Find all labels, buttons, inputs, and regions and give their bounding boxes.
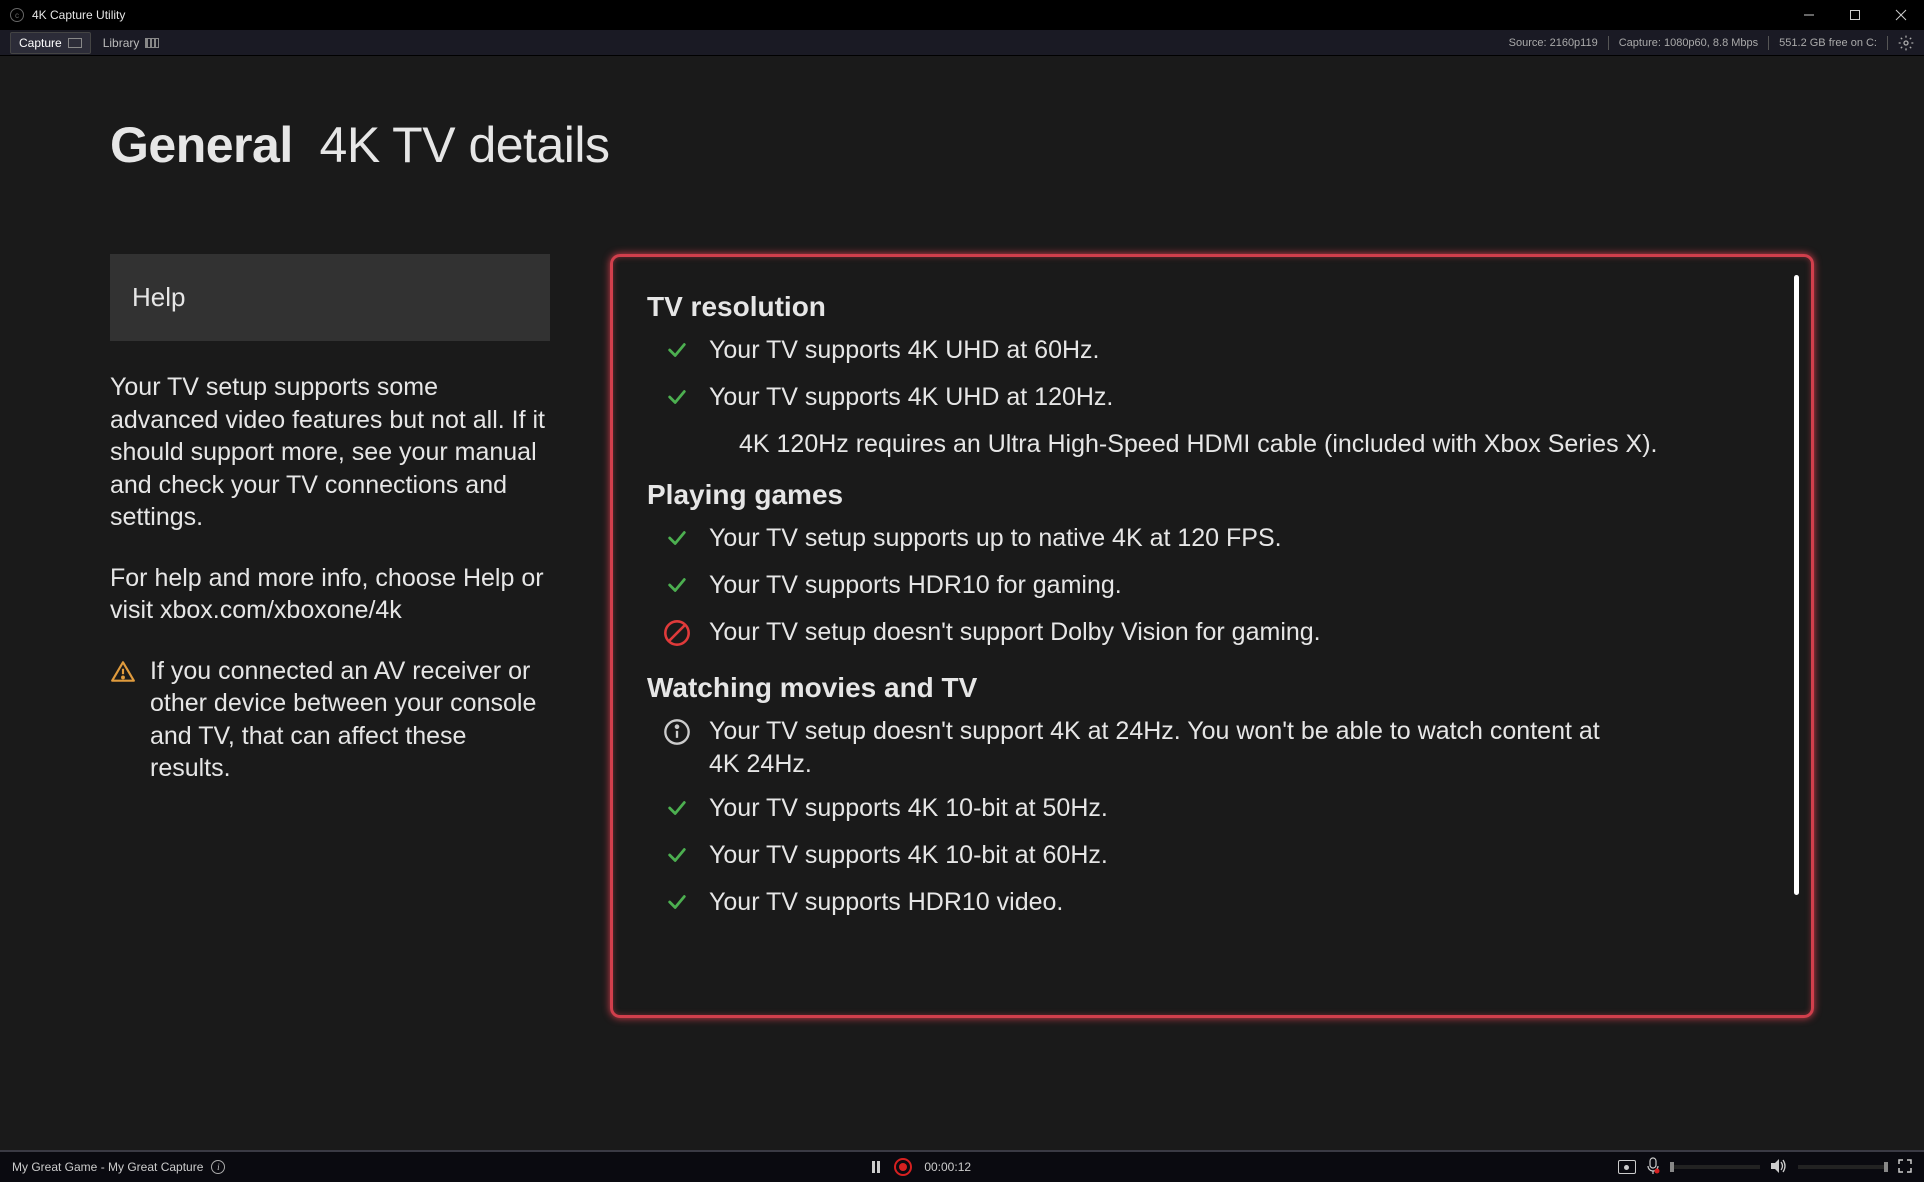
panel-scrollbar[interactable] [1794, 275, 1799, 895]
check-icon [663, 795, 691, 829]
capture-preview: General 4K TV details Help Your TV setup… [0, 56, 1924, 1150]
check-icon [663, 525, 691, 559]
minimize-button[interactable] [1786, 0, 1832, 30]
capture-title-group: My Great Game - My Great Capture i [12, 1160, 225, 1174]
separator [1608, 36, 1609, 50]
section-tv-resolution: TV resolution [647, 291, 1781, 323]
snapshot-button[interactable] [1618, 1160, 1636, 1174]
xbox-settings-screen: General 4K TV details Help Your TV setup… [0, 56, 1924, 1038]
record-button[interactable] [894, 1158, 912, 1176]
detail-item: Your TV setup doesn't support Dolby Visi… [647, 611, 1781, 662]
library-tab-icon [145, 38, 159, 48]
item-text: Your TV setup doesn't support Dolby Visi… [709, 616, 1321, 650]
check-icon [663, 572, 691, 606]
detail-item: Your TV supports HDR10 for gaming. [647, 564, 1781, 611]
help-link-text: For help and more info, choose Help or v… [110, 562, 550, 627]
support-summary-text: Your TV setup supports some advanced vid… [110, 371, 550, 534]
detail-item: Your TV supports 4K 10-bit at 50Hz. [647, 787, 1781, 834]
section-watching-movies: Watching movies and TV [647, 672, 1781, 704]
recording-timer: 00:00:12 [924, 1160, 971, 1174]
tab-capture[interactable]: Capture [10, 32, 91, 54]
app-icon: c [10, 8, 24, 22]
tv-details-panel[interactable]: TV resolution Your TV supports 4K UHD at… [610, 254, 1814, 1018]
check-icon [663, 384, 691, 418]
disk-info: 551.2 GB free on C: [1779, 37, 1877, 49]
detail-item: Your TV setup doesn't support 4K at 24Hz… [647, 710, 1781, 788]
toolbar-tabs: Capture Library [10, 32, 167, 54]
window-titlebar: c 4K Capture Utility [0, 0, 1924, 30]
item-text: Your TV supports HDR10 video. [709, 886, 1063, 920]
output-volume-slider[interactable] [1798, 1165, 1888, 1169]
capture-tab-icon [68, 38, 82, 48]
item-text: Your TV supports 4K 10-bit at 60Hz. [709, 839, 1108, 873]
section-playing-games: Playing games [647, 479, 1781, 511]
prohibit-icon [663, 619, 691, 657]
tab-library-label: Library [103, 36, 140, 50]
toolbar: Capture Library Source: 2160p119 Capture… [0, 30, 1924, 56]
item-text: Your TV supports 4K 10-bit at 50Hz. [709, 792, 1108, 826]
right-column: TV resolution Your TV supports 4K UHD at… [610, 254, 1814, 1018]
help-label: Help [132, 282, 185, 312]
warning-icon [110, 659, 136, 785]
item-text: Your TV supports HDR10 for gaming. [709, 569, 1122, 603]
window-title: 4K Capture Utility [32, 8, 125, 22]
settings-button[interactable] [1898, 35, 1914, 51]
source-info: Source: 2160p119 [1509, 37, 1598, 49]
detail-item: Your TV setup supports up to native 4K a… [647, 517, 1781, 564]
warning-note: If you connected an AV receiver or other… [110, 655, 550, 785]
item-text: Your TV setup doesn't support 4K at 24Hz… [709, 715, 1609, 783]
check-icon [663, 842, 691, 876]
pause-button[interactable] [872, 1161, 882, 1173]
check-icon [663, 889, 691, 923]
speaker-button[interactable] [1770, 1158, 1788, 1177]
item-text: Your TV supports 4K UHD at 60Hz. [709, 334, 1099, 368]
separator [1887, 36, 1888, 50]
bottom-right-controls [1618, 1157, 1912, 1178]
toolbar-status: Source: 2160p119 Capture: 1080p60, 8.8 M… [1509, 35, 1914, 51]
detail-item: Your TV supports 4K 10-bit at 60Hz. [647, 834, 1781, 881]
fullscreen-button[interactable] [1898, 1159, 1912, 1176]
detail-item: Your TV supports 4K UHD at 60Hz. [647, 329, 1781, 376]
close-button[interactable] [1878, 0, 1924, 30]
separator [1768, 36, 1769, 50]
capture-info: Capture: 1080p60, 8.8 Mbps [1619, 37, 1758, 49]
mic-volume-slider[interactable] [1670, 1165, 1760, 1169]
capture-title[interactable]: My Great Game - My Great Capture [12, 1160, 203, 1174]
heading-section: General [110, 117, 293, 173]
heading-subtitle: 4K TV details [320, 117, 610, 173]
content-row: Help Your TV setup supports some advance… [110, 254, 1814, 1018]
info-icon [663, 718, 691, 756]
recording-controls: 00:00:12 [872, 1158, 971, 1176]
item-text: Your TV setup supports up to native 4K a… [709, 522, 1282, 556]
maximize-button[interactable] [1832, 0, 1878, 30]
info-icon[interactable]: i [211, 1160, 225, 1174]
window-controls [1786, 0, 1924, 30]
check-icon [663, 337, 691, 371]
tab-capture-label: Capture [19, 36, 62, 50]
titlebar-left: c 4K Capture Utility [10, 8, 125, 22]
left-column: Help Your TV setup supports some advance… [110, 254, 550, 1018]
page-heading: General 4K TV details [110, 116, 1814, 174]
detail-item: Your TV supports 4K UHD at 120Hz. [647, 376, 1781, 423]
help-button[interactable]: Help [110, 254, 550, 341]
tab-library[interactable]: Library [95, 33, 168, 53]
item-text: Your TV supports 4K UHD at 120Hz. [709, 381, 1113, 415]
bottom-bar: My Great Game - My Great Capture i 00:00… [0, 1152, 1924, 1182]
item-subnote: 4K 120Hz requires an Ultra High-Speed HD… [647, 423, 1781, 470]
warning-text: If you connected an AV receiver or other… [150, 655, 550, 785]
mic-button[interactable] [1646, 1157, 1660, 1178]
detail-item: Your TV supports HDR10 video. [647, 881, 1781, 928]
